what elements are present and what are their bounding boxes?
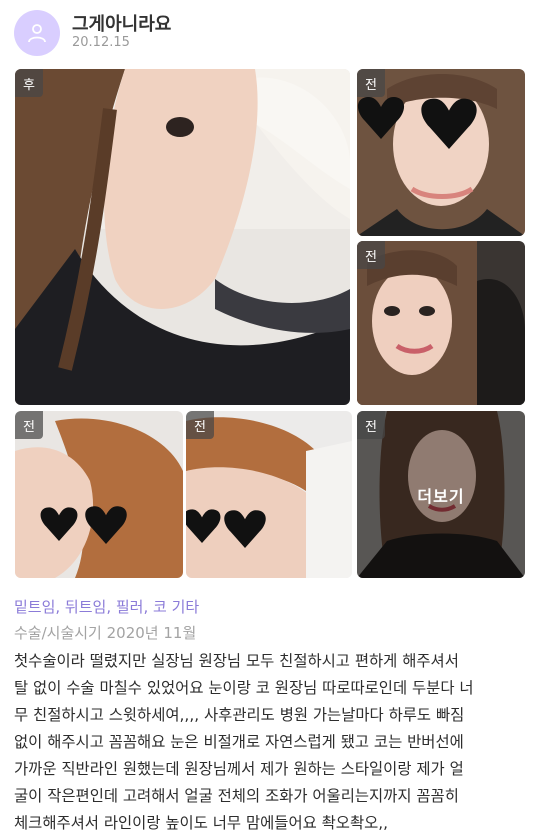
post-date: 20.12.15 — [72, 35, 130, 50]
photo-tag: 후 — [15, 69, 43, 97]
photo-before-3[interactable]: 전 — [15, 411, 183, 578]
surgery-period: 수술/시술시기 2020년 11월 — [14, 624, 197, 642]
photo-before-2[interactable]: 전 — [357, 241, 525, 405]
photo-tag: 전 — [15, 411, 43, 439]
photo-tag: 전 — [186, 411, 214, 439]
username[interactable]: 그게아니라요 — [72, 10, 171, 36]
avatar[interactable] — [14, 10, 60, 56]
photo-before-1[interactable]: 전 — [357, 69, 525, 236]
photo-after[interactable]: 후 — [15, 69, 350, 405]
photo-before-4[interactable]: 전 — [186, 411, 352, 578]
review-body: 첫수술이라 떨렸지만 실장님 원장님 모두 친절하시고 편하게 해주셔서 탈 없… — [14, 652, 474, 832]
photo-tag: 전 — [357, 241, 385, 269]
procedure-categories[interactable]: 밑트임, 뒤트임, 필러, 코 기타 — [14, 596, 199, 617]
photo-tag: 전 — [357, 411, 385, 439]
view-more-label: 더보기 — [417, 486, 465, 506]
post-header: 그게아니라요 20.12.15 — [14, 10, 530, 56]
photo-after-image — [15, 69, 350, 405]
photo-tag: 전 — [357, 69, 385, 97]
photo-before-5[interactable]: 더보기 전 — [357, 411, 525, 578]
user-icon — [28, 24, 46, 43]
